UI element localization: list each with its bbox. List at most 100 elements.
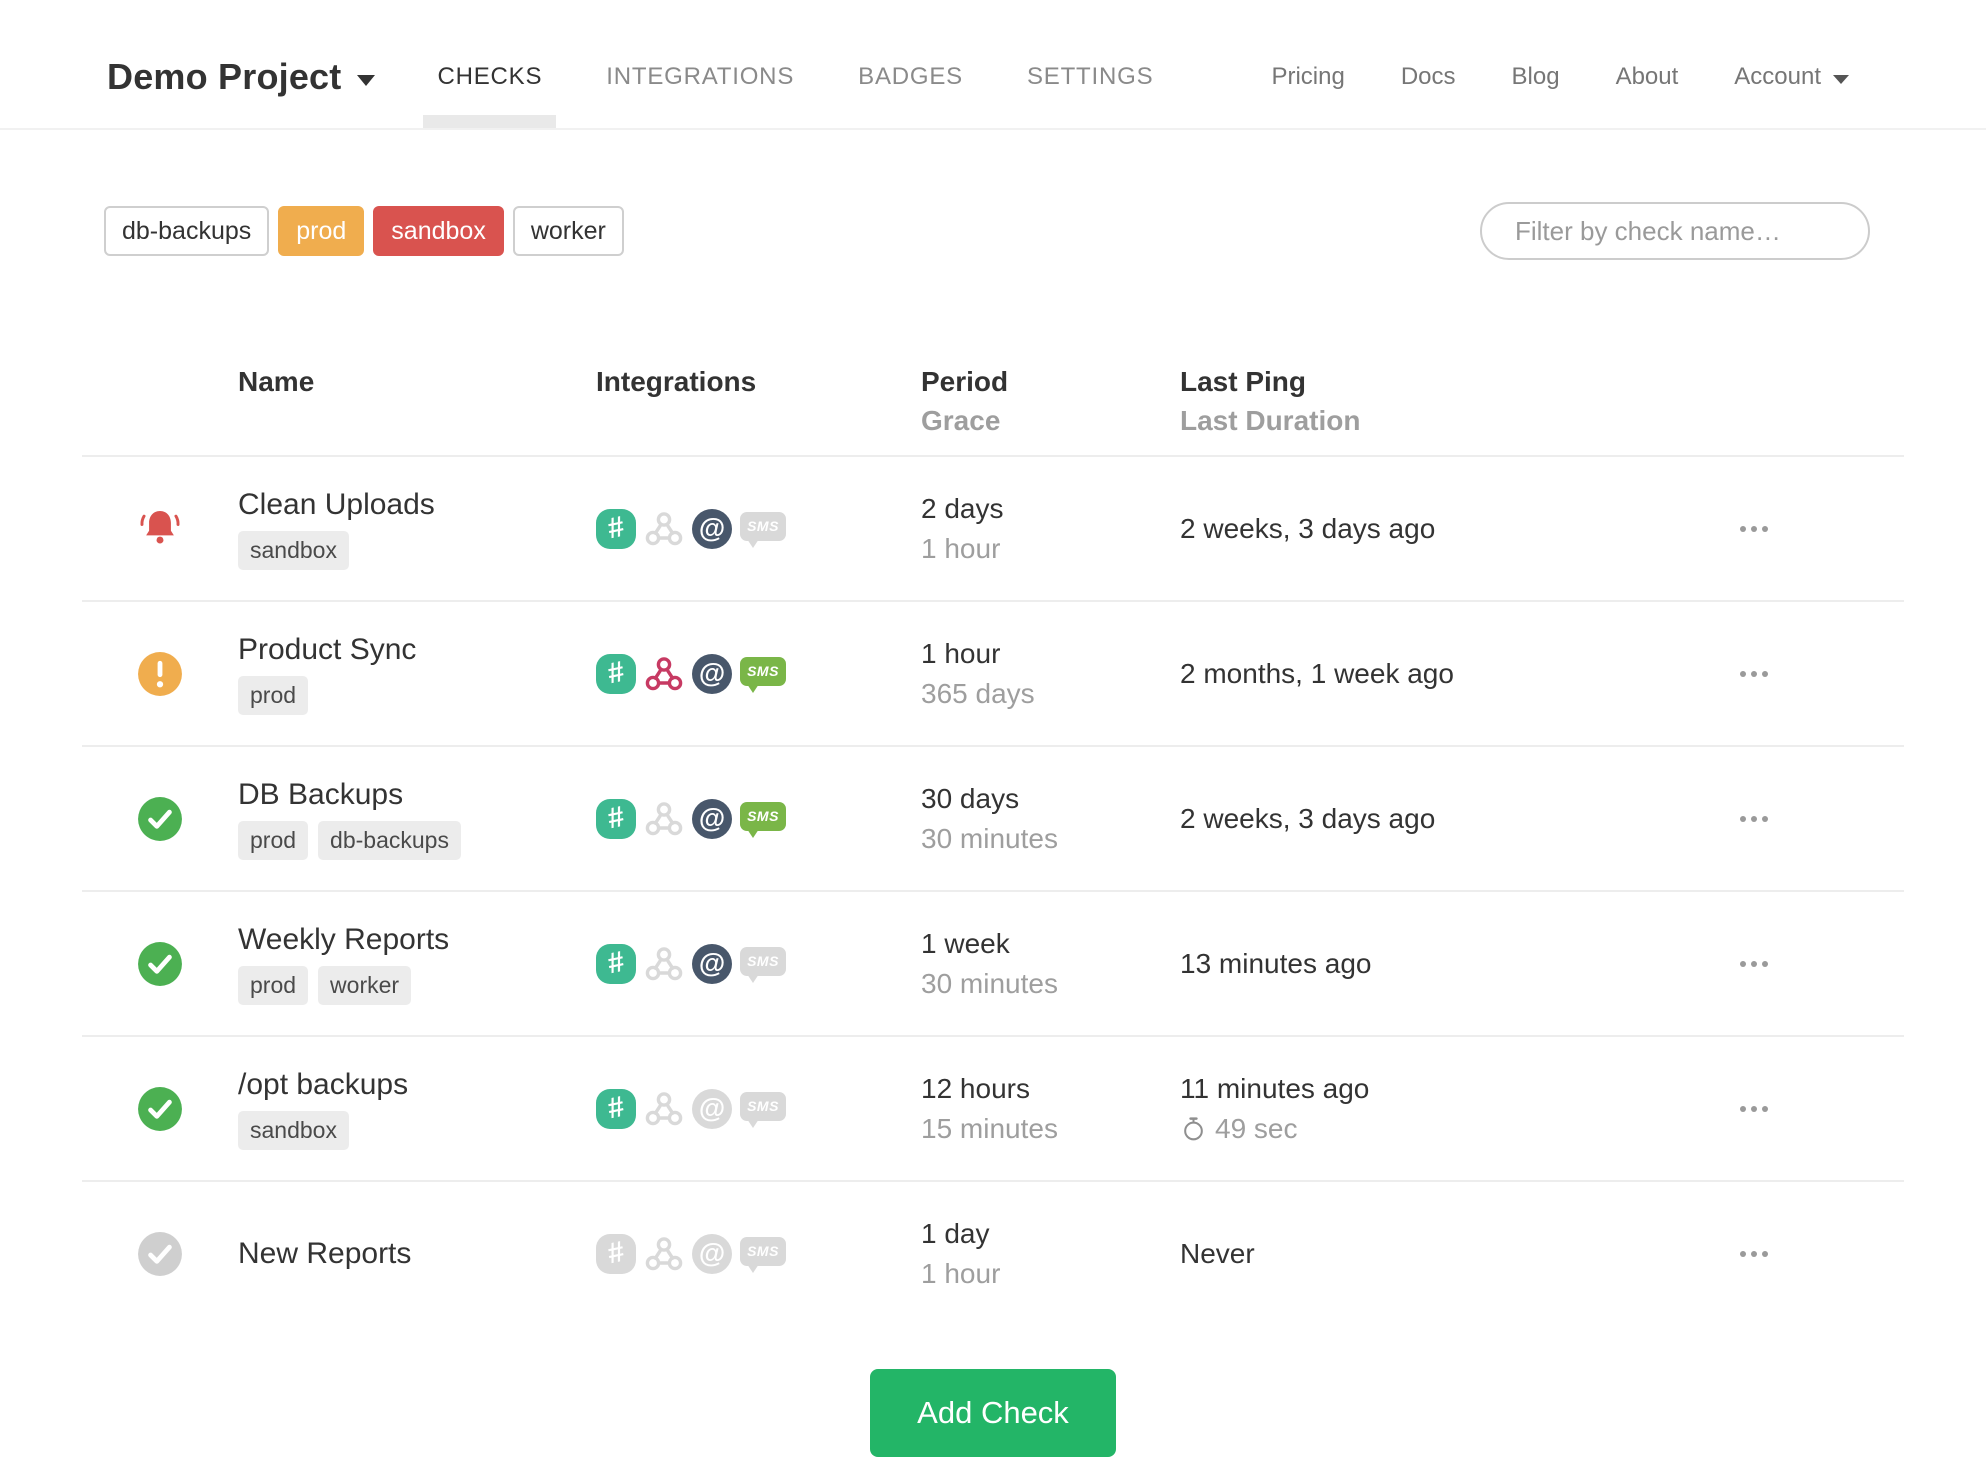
link-blog[interactable]: Blog xyxy=(1512,63,1560,91)
table-row[interactable]: Clean Uploads sandbox # @ SMS 2 days 1 h… xyxy=(82,457,1904,602)
period-value: 1 week xyxy=(921,927,1010,959)
table-row[interactable]: Weekly Reports prod worker # @ SMS 1 wee… xyxy=(82,892,1904,1037)
last-ping-value: 11 minutes ago xyxy=(1180,1072,1370,1104)
email-icon: @ xyxy=(692,1088,732,1129)
link-docs[interactable]: Docs xyxy=(1401,63,1456,91)
slack-icon: # xyxy=(596,508,636,549)
period-value: 2 days xyxy=(921,492,1004,524)
filter-tag-worker[interactable]: worker xyxy=(512,206,624,256)
period-value: 30 days xyxy=(921,782,1020,814)
period-value: 1 day xyxy=(921,1217,990,1249)
filter-tag-prod[interactable]: prod xyxy=(278,206,365,256)
table-row[interactable]: New Reports # @ SMS 1 day 1 hour Never xyxy=(82,1182,1904,1325)
navbar: Demo Project CHECKS INTEGRATIONS BADGES … xyxy=(0,0,1986,130)
webhook-icon xyxy=(644,509,684,549)
email-icon: @ xyxy=(692,943,732,984)
tab-badges[interactable]: BADGES xyxy=(858,63,963,91)
slack-icon: # xyxy=(596,1233,636,1274)
status-alert-icon xyxy=(134,503,186,555)
row-menu-button[interactable] xyxy=(1730,661,1778,687)
header-period-grace: Period Grace xyxy=(921,366,1180,437)
check-tag: db-backups xyxy=(318,820,461,860)
account-label: Account xyxy=(1734,63,1821,90)
toolbar: db-backups prod sandbox worker xyxy=(104,202,1870,260)
webhook-icon xyxy=(644,1234,684,1274)
last-ping-value: 2 months, 1 week ago xyxy=(1180,657,1454,689)
header-name: Name xyxy=(238,366,315,397)
link-pricing[interactable]: Pricing xyxy=(1271,63,1344,91)
last-duration: 49 sec xyxy=(1180,1112,1694,1146)
row-menu-button[interactable] xyxy=(1730,806,1778,832)
chevron-down-icon xyxy=(357,74,376,86)
grace-value: 365 days xyxy=(921,677,1035,709)
last-ping-value: 13 minutes ago xyxy=(1180,947,1372,979)
webhook-icon xyxy=(644,654,684,694)
check-name: New Reports xyxy=(238,1236,412,1270)
sms-icon: SMS xyxy=(740,654,786,694)
header-grace: Grace xyxy=(921,405,1001,436)
table-row[interactable]: DB Backups prod db-backups # @ SMS 30 da… xyxy=(82,747,1904,892)
row-menu-button[interactable] xyxy=(1730,516,1778,542)
filter-tag-db-backups[interactable]: db-backups xyxy=(104,206,270,256)
table-header: Name Integrations Period Grace Last Ping… xyxy=(82,366,1904,457)
slack-icon: # xyxy=(596,943,636,984)
status-up-icon xyxy=(137,796,183,842)
check-name: Product Sync xyxy=(238,632,417,666)
header-period: Period xyxy=(921,366,1009,397)
tab-checks[interactable]: CHECKS xyxy=(423,63,557,128)
slack-icon: # xyxy=(596,653,636,694)
filter-tag-sandbox[interactable]: sandbox xyxy=(373,206,504,256)
check-name: /opt backups xyxy=(238,1067,409,1101)
link-about[interactable]: About xyxy=(1616,63,1679,91)
check-tag: sandbox xyxy=(238,1110,349,1150)
check-name: DB Backups xyxy=(238,777,404,811)
check-tags: prod worker xyxy=(238,965,596,1005)
check-tag: prod xyxy=(238,820,309,860)
chevron-down-icon xyxy=(1833,74,1849,84)
check-tags: prod db-backups xyxy=(238,820,596,860)
slack-icon: # xyxy=(596,798,636,839)
checks-table: Name Integrations Period Grace Last Ping… xyxy=(82,366,1904,1325)
check-tag: prod xyxy=(238,675,309,715)
row-menu-button[interactable] xyxy=(1730,951,1778,977)
status-up-icon xyxy=(137,1086,183,1132)
email-icon: @ xyxy=(692,508,732,549)
grace-value: 1 hour xyxy=(921,532,1001,564)
period-value: 1 hour xyxy=(921,637,1001,669)
search-input[interactable] xyxy=(1480,202,1870,260)
grace-value: 15 minutes xyxy=(921,1112,1058,1144)
check-tag: sandbox xyxy=(238,530,349,570)
check-name: Weekly Reports xyxy=(238,922,450,956)
row-menu-button[interactable] xyxy=(1730,1096,1778,1122)
row-menu-button[interactable] xyxy=(1730,1241,1778,1267)
last-ping-value: 2 weeks, 3 days ago xyxy=(1180,802,1436,834)
sms-icon: SMS xyxy=(740,1089,786,1129)
table-row[interactable]: Product Sync prod # @ SMS 1 hour 365 day… xyxy=(82,602,1904,747)
account-menu[interactable]: Account xyxy=(1734,63,1849,91)
check-tags: sandbox xyxy=(238,530,596,570)
site-links: Pricing Docs Blog About Account xyxy=(1271,63,1849,91)
add-check-button[interactable]: Add Check xyxy=(870,1369,1116,1457)
sms-icon: SMS xyxy=(740,1234,786,1274)
webhook-icon xyxy=(644,944,684,984)
webhook-icon xyxy=(644,799,684,839)
status-up-icon xyxy=(137,941,183,987)
sms-icon: SMS xyxy=(740,799,786,839)
checks-table-body: Clean Uploads sandbox # @ SMS 2 days 1 h… xyxy=(82,457,1904,1325)
header-last-ping: Last Ping xyxy=(1180,366,1307,397)
main-tabs: CHECKS INTEGRATIONS BADGES SETTINGS xyxy=(423,63,1153,128)
header-integrations: Integrations xyxy=(596,366,757,397)
last-ping-value: 2 weeks, 3 days ago xyxy=(1180,512,1436,544)
tab-settings[interactable]: SETTINGS xyxy=(1027,63,1153,91)
status-new-icon xyxy=(137,1231,183,1277)
check-name: Clean Uploads xyxy=(238,487,435,521)
header-lastping-duration: Last Ping Last Duration xyxy=(1180,366,1694,437)
slack-icon: # xyxy=(596,1088,636,1129)
check-tags: prod xyxy=(238,675,596,715)
tab-integrations[interactable]: INTEGRATIONS xyxy=(606,63,794,91)
check-tag: prod xyxy=(238,965,309,1005)
project-switcher[interactable]: Demo Project xyxy=(107,56,376,98)
header-last-duration: Last Duration xyxy=(1180,405,1361,436)
period-value: 12 hours xyxy=(921,1072,1030,1104)
table-row[interactable]: /opt backups sandbox # @ SMS 12 hours 15… xyxy=(82,1037,1904,1182)
